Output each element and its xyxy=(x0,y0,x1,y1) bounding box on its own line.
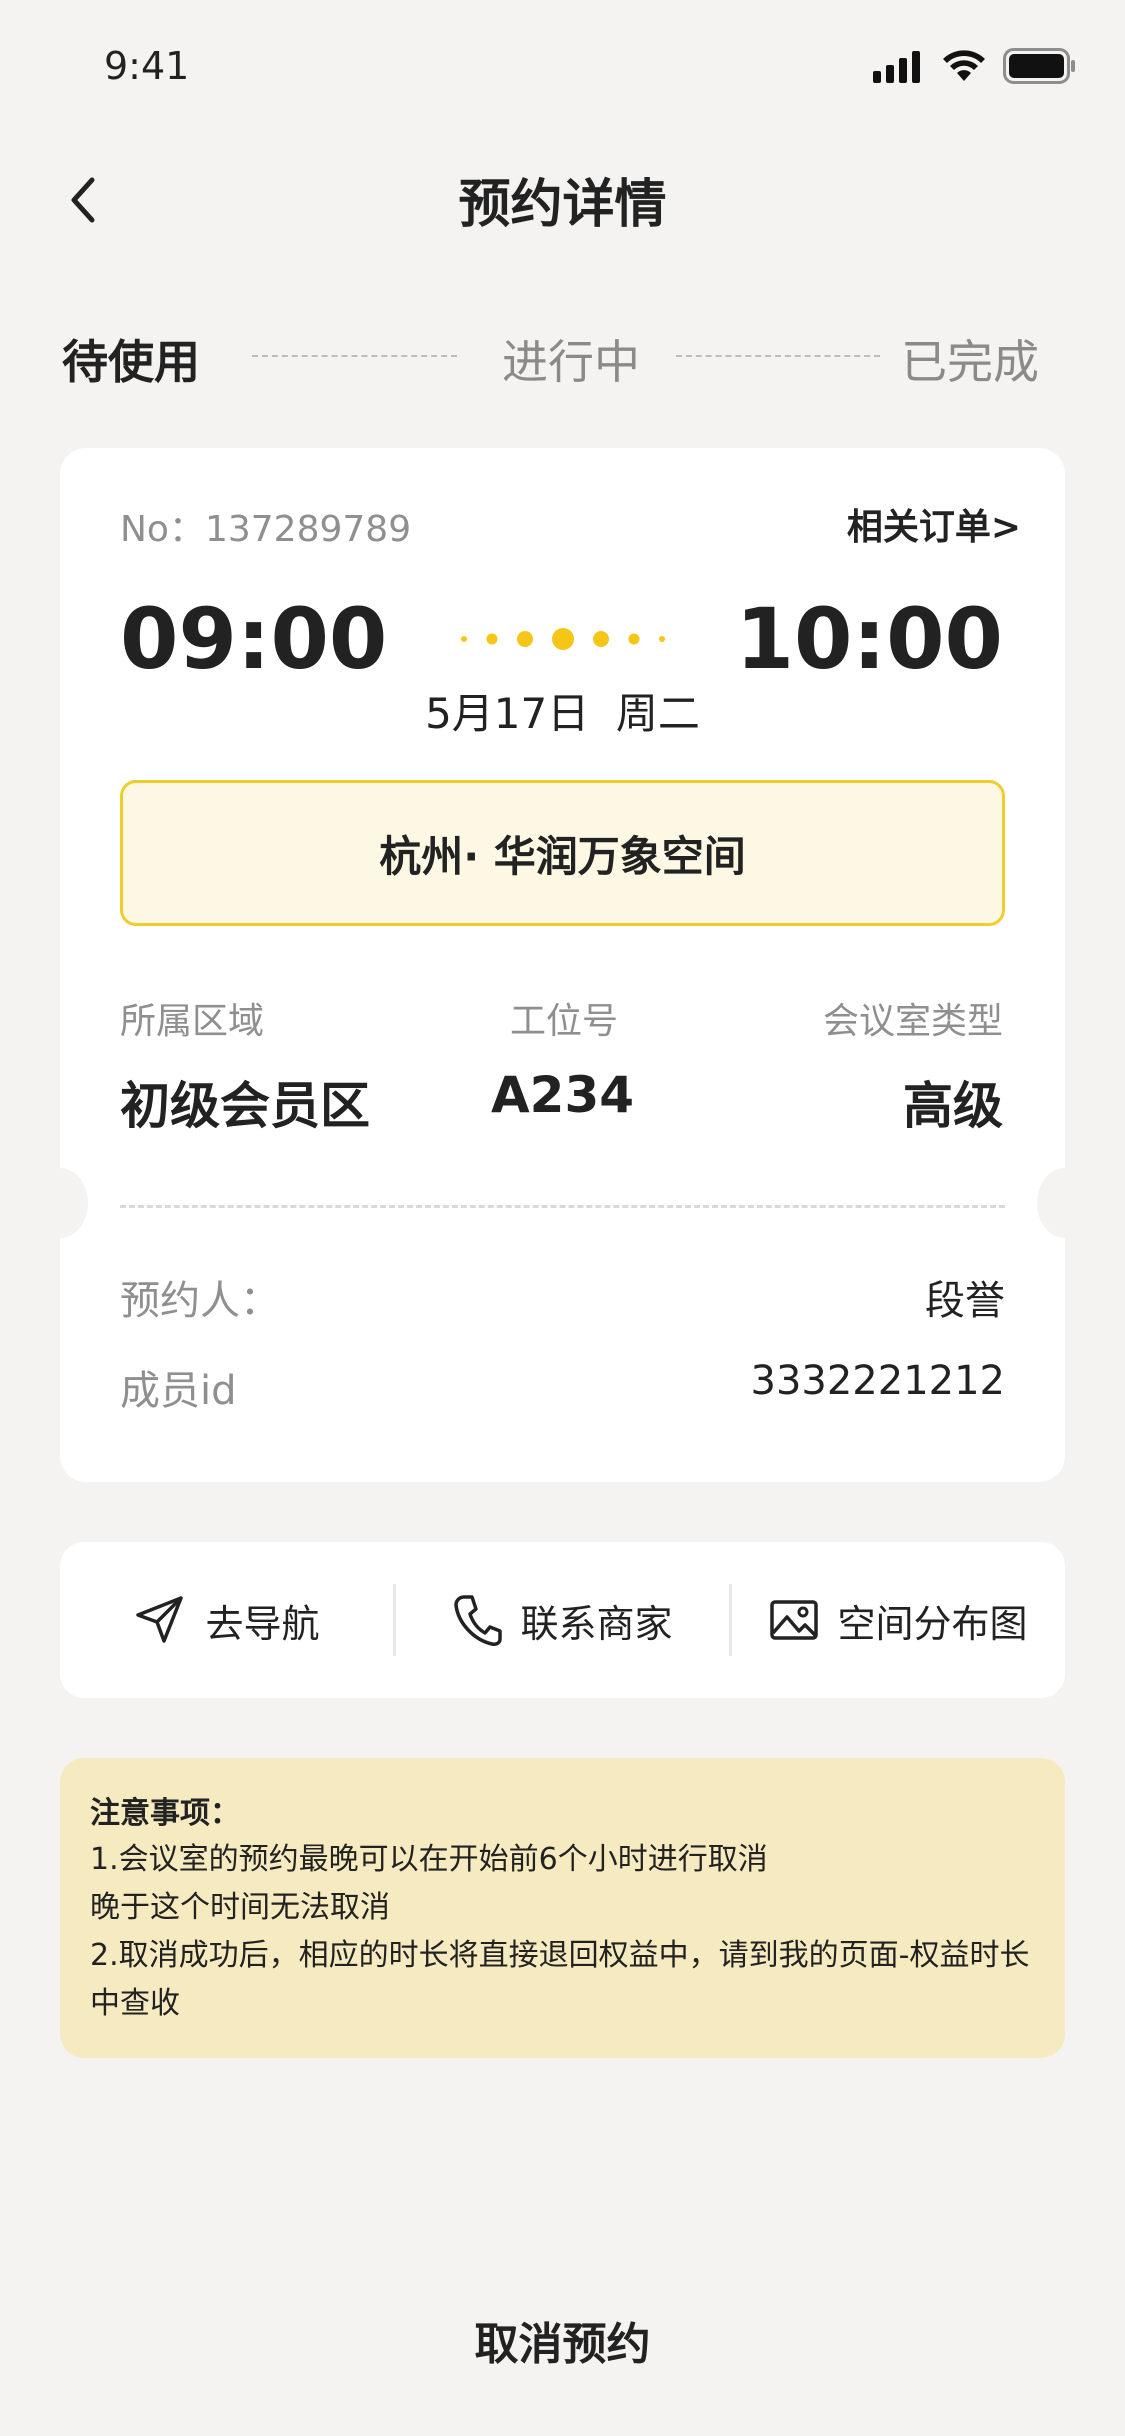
notice-panel: 注意事项： 1.会议室的预约最晚可以在开始前6个小时进行取消 晚于这个时间无法取… xyxy=(60,1758,1065,2058)
step-in-progress: 进行中 xyxy=(502,335,640,389)
time-range-dots xyxy=(461,628,665,650)
action-bar: 去导航 联系商家 空间分布图 xyxy=(60,1542,1065,1698)
navigation-arrow-icon xyxy=(136,1596,184,1643)
area-label: 所属区域 xyxy=(120,1001,265,1042)
phone-icon xyxy=(454,1595,503,1646)
step-completed: 已完成 xyxy=(901,335,1039,389)
step-pending: 待使用 xyxy=(62,335,200,389)
notice-title: 注意事项： xyxy=(90,1796,240,1831)
venue-name-text: 杭州· 华润万象空间 xyxy=(379,831,746,881)
navigate-label: 去导航 xyxy=(205,1601,320,1646)
booker-name: 段誉 xyxy=(925,1278,1005,1324)
booker-label: 预约人： xyxy=(120,1278,280,1324)
end-time: 10:00 xyxy=(735,590,1003,688)
member-id-label: 成员id xyxy=(120,1368,237,1414)
battery-icon xyxy=(1003,48,1075,84)
notice-line: 中查收 xyxy=(90,1986,180,2021)
ticket-divider xyxy=(120,1205,1005,1208)
cancel-booking-button[interactable]: 取消预约 xyxy=(0,2308,1125,2372)
contact-merchant-button[interactable]: 联系商家 xyxy=(396,1542,729,1698)
ticket-notch-left xyxy=(32,1168,88,1238)
room-type-value: 高级 xyxy=(903,1077,1003,1135)
space-map-label: 空间分布图 xyxy=(837,1601,1028,1646)
start-time: 09:00 xyxy=(120,590,388,688)
seat-label: 工位号 xyxy=(510,1001,619,1042)
booking-date: 5月17日 周二 xyxy=(425,689,700,738)
step-connector xyxy=(676,355,880,357)
ticket-notch-right xyxy=(1037,1168,1093,1238)
notice-line: 2.取消成功后，相应的时长将直接退回权益中，请到我的页面-权益时长 xyxy=(90,1938,1030,1973)
order-number: No：137289789 xyxy=(120,509,412,550)
page-title: 预约详情 xyxy=(458,175,667,235)
related-orders-link[interactable]: 相关订单> xyxy=(847,498,1021,550)
room-type-label: 会议室类型 xyxy=(822,1001,1003,1042)
status-time: 9:41 xyxy=(104,44,190,88)
signal-icon xyxy=(873,51,920,83)
venue-name: 杭州· 华润万象空间 xyxy=(120,780,1005,926)
member-id-value: 3332221212 xyxy=(750,1358,1006,1404)
contact-merchant-label: 联系商家 xyxy=(520,1601,673,1646)
navigate-button[interactable]: 去导航 xyxy=(60,1542,393,1698)
notice-line: 1.会议室的预约最晚可以在开始前6个小时进行取消 xyxy=(90,1842,768,1877)
step-connector xyxy=(252,355,457,357)
wifi-icon xyxy=(943,50,985,81)
space-map-button[interactable]: 空间分布图 xyxy=(732,1542,1065,1698)
notice-line: 晚于这个时间无法取消 xyxy=(90,1890,390,1925)
status-icons xyxy=(873,48,1077,84)
image-icon xyxy=(770,1600,819,1640)
